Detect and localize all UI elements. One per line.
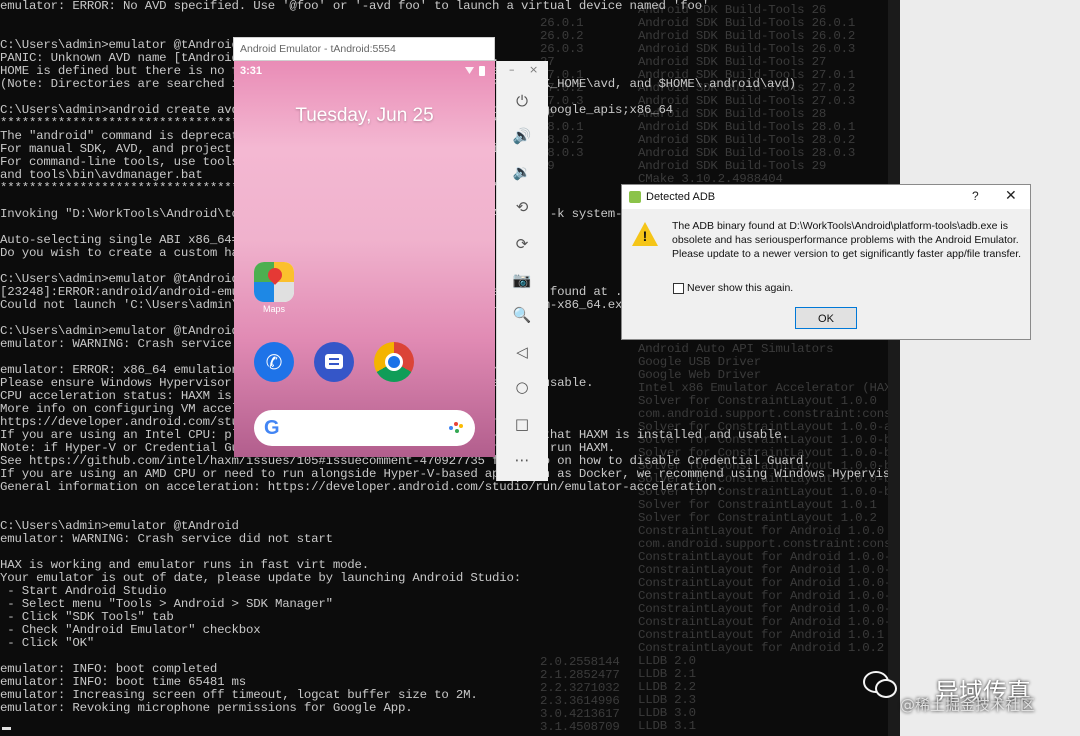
phone-app-icon[interactable]: ✆ <box>254 342 294 382</box>
emulator-side-toolbar: – × ⏻ 🔊 🔉 ⟲ ⟳ 📷 🔍 ◁ ○ □ ⋯ <box>496 61 548 481</box>
minimize-button[interactable]: – <box>509 63 515 76</box>
maps-app-label: Maps <box>262 304 285 314</box>
rotate-left-icon[interactable]: ⟲ <box>507 195 537 219</box>
home-icon[interactable]: ○ <box>507 375 537 399</box>
help-button[interactable]: ? <box>972 189 979 203</box>
volume-up-icon[interactable]: 🔊 <box>507 124 537 148</box>
more-icon[interactable]: ⋯ <box>507 448 537 472</box>
detected-adb-dialog: Detected ADB ? ✕ ! The ADB binary found … <box>621 184 1031 340</box>
wifi-icon <box>465 67 474 74</box>
zoom-icon[interactable]: 🔍 <box>507 303 537 327</box>
terminal-cursor <box>2 727 11 730</box>
status-bar-icons <box>465 66 489 76</box>
battery-icon <box>479 66 485 76</box>
background-listing-line: LLDB 3.1 <box>638 719 696 733</box>
desktop-background <box>900 0 1080 736</box>
window-border <box>888 0 900 736</box>
terminal-line: emulator: Revoking microphone permission… <box>0 701 413 715</box>
ok-button[interactable]: OK <box>795 307 857 329</box>
dialog-titlebar[interactable]: Detected ADB ? ✕ <box>622 185 1030 209</box>
messages-app-icon[interactable] <box>314 342 354 382</box>
dialog-message: The ADB binary found at D:\WorkTools\And… <box>672 220 1022 260</box>
camera-icon[interactable]: 📷 <box>507 268 537 292</box>
never-show-checkbox[interactable] <box>673 283 684 294</box>
chrome-app-icon[interactable] <box>374 342 414 382</box>
overview-icon[interactable]: □ <box>507 412 537 436</box>
power-icon[interactable]: ⏻ <box>507 89 537 113</box>
rotate-right-icon[interactable]: ⟳ <box>507 232 537 256</box>
terminal-line: - Click "OK" <box>0 636 95 650</box>
status-bar-time: 3:31 <box>240 65 263 77</box>
message-bubble-icon <box>325 354 343 369</box>
terminal-line: General information on acceleration: htt… <box>0 480 724 494</box>
emulator-titlebar[interactable]: Android Emulator - tAndroid:5554 <box>233 37 495 61</box>
dialog-close-button[interactable]: ✕ <box>1005 187 1017 204</box>
volume-down-icon[interactable]: 🔉 <box>507 160 537 184</box>
android-studio-icon <box>629 191 641 203</box>
maps-app-icon[interactable] <box>254 262 294 302</box>
chrome-logo-icon <box>385 353 403 371</box>
google-assistant-icon[interactable] <box>449 422 463 434</box>
google-search-bar[interactable]: G <box>254 410 475 446</box>
wechat-icon <box>863 669 897 699</box>
back-icon[interactable]: ◁ <box>507 340 537 364</box>
dialog-title: Detected ADB <box>646 191 716 203</box>
terminal-line: emulator: WARNING: Crash service did not… <box>0 532 333 546</box>
close-button[interactable]: × <box>529 63 538 76</box>
background-listing-line: 3.1.4508709 <box>540 720 620 734</box>
emulator-screen[interactable]: 3:31 Tuesday, Jun 25 Maps ✆ G <box>234 61 495 457</box>
phone-handset-icon: ✆ <box>265 350 283 374</box>
never-show-label[interactable]: Never show this again. <box>687 282 793 294</box>
warning-exclamation: ! <box>642 228 648 244</box>
terminal-line: emulator: ERROR: No AVD specified. Use '… <box>0 0 710 13</box>
lockscreen-date: Tuesday, Jun 25 <box>295 105 434 126</box>
emulator-window-title: Android Emulator - tAndroid:5554 <box>240 43 396 55</box>
watermark-subtitle: @稀土掘金技术社区 <box>900 696 1036 714</box>
google-g-icon: G <box>264 417 280 439</box>
